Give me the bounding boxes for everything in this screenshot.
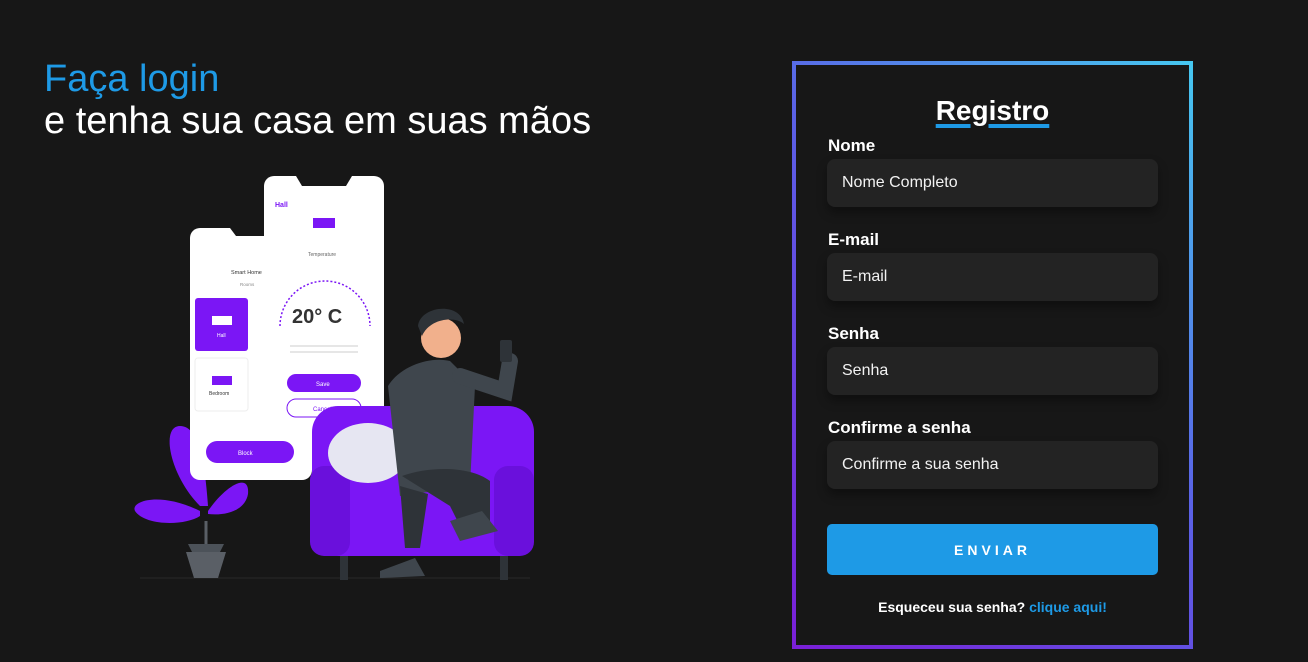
smart-home-illustration: Smart Home Rooms Hall Bedroom Block Hall…	[134, 176, 534, 580]
password-label: Senha	[828, 324, 880, 343]
phone-back-room2: Bedroom	[209, 391, 229, 397]
phone-front-save: Save	[316, 382, 330, 388]
confirm-password-input[interactable]	[827, 441, 1158, 489]
register-title: Registro	[935, 95, 1050, 126]
email-input[interactable]	[827, 253, 1158, 301]
register-card: Registro Nome E-mail Senha Confirme a se…	[792, 61, 1193, 649]
forgot-password-text: Esqueceu sua senha?	[878, 599, 1026, 615]
hero-title: Faça login	[44, 58, 220, 100]
phone-back-title: Smart Home	[231, 270, 262, 276]
phone-in-hand-icon	[500, 340, 512, 362]
hero-subtitle: e tenha sua casa em suas mãos	[44, 100, 592, 142]
confirm-password-label: Confirme a senha	[828, 418, 971, 437]
submit-button[interactable]: ENVIAR	[827, 524, 1158, 575]
phone-back-room1: Hall	[217, 333, 226, 339]
phone-back-subtitle: Rooms	[240, 282, 255, 287]
phone-front-back-label: Hall	[275, 202, 288, 209]
forgot-password-link[interactable]: clique aqui!	[1029, 599, 1107, 615]
name-label: Nome	[828, 136, 876, 155]
phone-front: Hall Temperature 20° C Save Cancel	[264, 176, 384, 432]
email-label: E-mail	[828, 230, 880, 249]
name-input[interactable]	[827, 159, 1158, 207]
phone-front-temp-label: Temperature	[308, 252, 336, 258]
phone-back-button: Block	[238, 451, 254, 457]
phone-front-temperature: 20° C	[292, 306, 342, 328]
password-input[interactable]	[827, 347, 1158, 395]
hero: Faça login e tenha sua casa em suas mãos	[44, 58, 591, 142]
forgot-password: Esqueceu sua senha? clique aqui!	[796, 599, 1189, 615]
